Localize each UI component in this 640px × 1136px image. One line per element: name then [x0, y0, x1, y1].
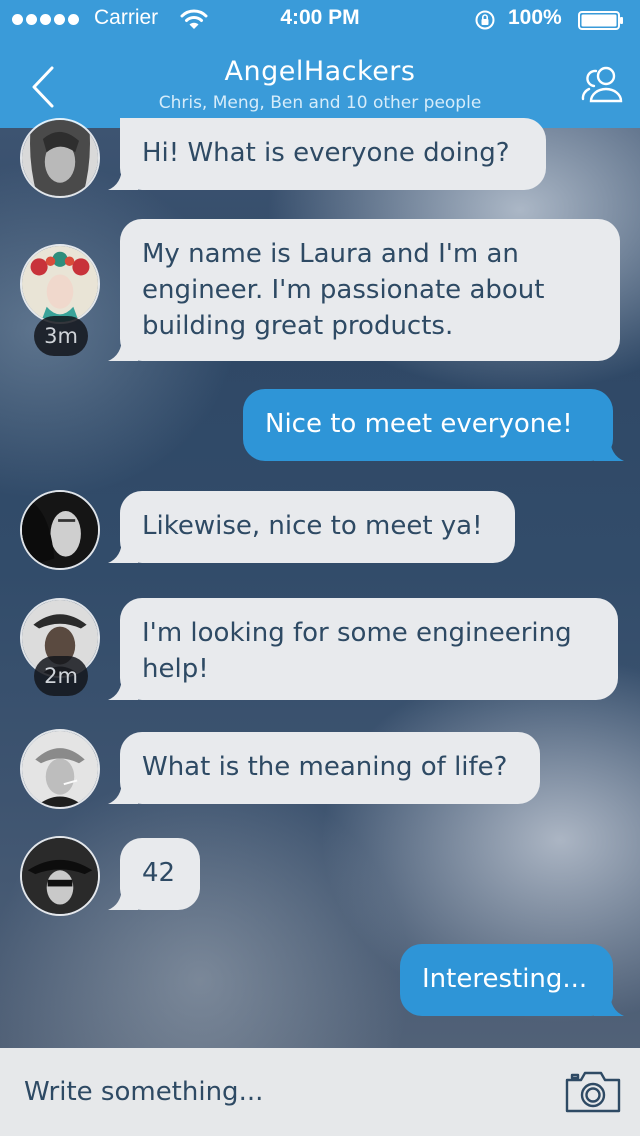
camera-button[interactable] [564, 1068, 622, 1114]
message-text: I'm looking for some engineering help! [142, 618, 572, 684]
message-text: Hi! What is everyone doing? [142, 138, 510, 168]
bubble-tail [108, 337, 138, 361]
rotation-lock-icon [475, 10, 495, 30]
chat-title: AngelHackers [224, 56, 416, 87]
message-bubble[interactable]: Nice to meet everyone! [243, 389, 613, 461]
message-text: Nice to meet everyone! [265, 409, 573, 439]
camera-icon [565, 1071, 621, 1113]
bubble-tail [108, 780, 138, 804]
message-bubble[interactable]: Likewise, nice to meet ya! [120, 491, 515, 563]
avatar[interactable] [20, 244, 100, 324]
message-bubble[interactable]: What is the meaning of life? [120, 732, 540, 804]
avatar[interactable] [20, 836, 100, 916]
battery-percentage: 100% [508, 6, 562, 29]
message-text: Interesting... [422, 964, 588, 994]
bubble-tail [108, 886, 138, 910]
message-bubble[interactable]: Hi! What is everyone doing? [120, 118, 546, 190]
people-icon [581, 66, 623, 103]
message-composer [0, 1048, 640, 1136]
message-text: What is the meaning of life? [142, 752, 508, 782]
top-bar: Carrier 4:00 PM 100% AngelHackers Chris,… [0, 0, 640, 128]
participants-button[interactable] [580, 64, 624, 106]
time-badge: 3m [34, 316, 88, 356]
avatar[interactable] [20, 729, 100, 809]
bubble-tail [108, 676, 138, 700]
bubble-tail [108, 539, 138, 563]
message-bubble[interactable]: I'm looking for some engineering help! [120, 598, 618, 700]
avatar[interactable] [20, 490, 100, 570]
back-button[interactable] [28, 64, 62, 110]
bubble-tail [594, 992, 624, 1016]
message-bubble[interactable]: Interesting... [400, 944, 613, 1016]
chevron-left-icon [32, 66, 54, 108]
message-text: My name is Laura and I'm an engineer. I'… [142, 239, 545, 341]
message-text: Likewise, nice to meet ya! [142, 511, 483, 541]
avatar[interactable] [20, 118, 100, 198]
time-badge: 2m [34, 656, 88, 696]
message-bubble[interactable]: My name is Laura and I'm an engineer. I'… [120, 219, 620, 361]
bubble-tail [108, 166, 138, 190]
chat-participants: Chris, Meng, Ben and 10 other people [158, 93, 482, 113]
message-input[interactable] [24, 1072, 524, 1112]
battery-icon [578, 11, 623, 30]
chat-screen: Carrier 4:00 PM 100% AngelHackers Chris,… [0, 0, 640, 1136]
status-bar: Carrier 4:00 PM 100% [0, 0, 640, 40]
bubble-tail [594, 437, 624, 461]
message-text: 42 [142, 858, 176, 888]
